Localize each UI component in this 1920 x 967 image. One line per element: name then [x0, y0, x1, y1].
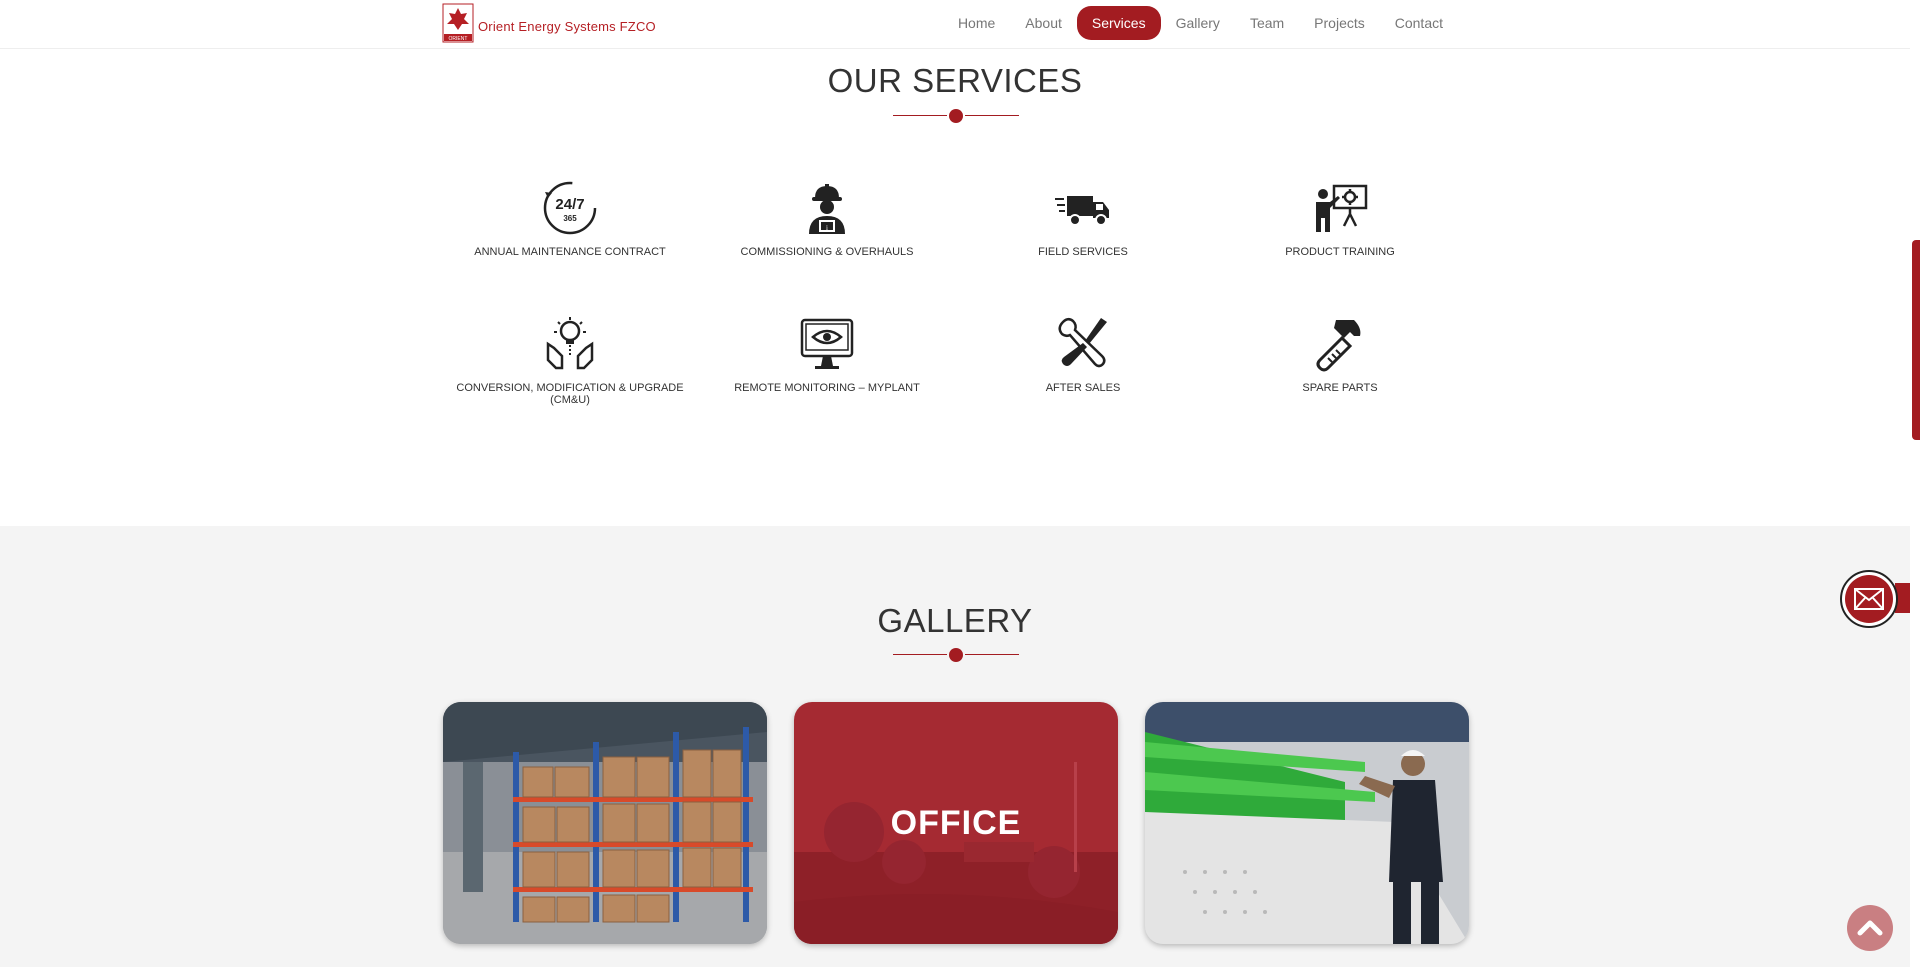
- logo-caption: ORIENT: [449, 36, 468, 42]
- services-divider: [893, 109, 1019, 123]
- gallery-title: GALLERY: [877, 602, 1033, 639]
- service-after-sales[interactable]: AFTER SALES: [963, 314, 1203, 394]
- warehouse-photo: [443, 702, 767, 944]
- service-annual-maintenance[interactable]: 24/7 365 ANNUAL MAINTENANCE CONTRACT: [450, 178, 690, 258]
- clock-24-7-icon: 24/7 365: [543, 181, 597, 235]
- gallery-card-office[interactable]: OFFICE: [794, 702, 1118, 944]
- svg-text:365: 365: [563, 214, 577, 223]
- nav-team[interactable]: Team: [1235, 6, 1299, 40]
- back-to-top-button[interactable]: [1847, 905, 1893, 951]
- service-product-training[interactable]: PRODUCT TRAINING: [1220, 178, 1460, 258]
- delivery-truck-icon: [1055, 196, 1109, 226]
- page-scrollbar[interactable]: [1910, 0, 1920, 967]
- nav-about[interactable]: About: [1010, 6, 1077, 40]
- services-title: OUR SERVICES: [827, 62, 1083, 99]
- service-label: CONVERSION, MODIFICATION & UPGRADE (CM&U…: [456, 382, 684, 406]
- svg-text:24/7: 24/7: [555, 196, 584, 213]
- envelope-icon: [1854, 588, 1884, 610]
- services-section: OUR SERVICES 24/7 365 ANNUAL MAINTENANCE…: [0, 48, 1910, 526]
- gallery-card-engine[interactable]: [1145, 702, 1469, 944]
- gallery-card-warehouse[interactable]: [443, 702, 767, 944]
- gallery-divider: [893, 648, 1019, 662]
- site-logo[interactable]: ORIENT Orient Energy Systems FZCO: [442, 3, 656, 43]
- wrench-screwdriver-icon: [1058, 318, 1107, 368]
- chevron-up-icon: [1857, 920, 1883, 936]
- hands-lightbulb-icon: [546, 317, 594, 370]
- service-spare-parts[interactable]: SPARE PARTS: [1220, 314, 1460, 394]
- brand-name: Orient Energy Systems FZCO: [478, 18, 656, 34]
- hammer-icon: [1316, 320, 1361, 372]
- presentation-board-icon: [1316, 184, 1368, 232]
- service-label: COMMISSIONING & OVERHAULS: [740, 246, 914, 258]
- scrollbar-thumb[interactable]: [1912, 240, 1920, 440]
- nav-projects[interactable]: Projects: [1299, 6, 1380, 40]
- gallery-card-label: OFFICE: [890, 803, 1022, 842]
- service-commissioning[interactable]: i COMMISSIONING & OVERHAULS: [707, 178, 947, 258]
- svg-text:i: i: [826, 224, 828, 232]
- nav-services[interactable]: Services: [1076, 6, 1161, 40]
- service-label: FIELD SERVICES: [1038, 246, 1128, 258]
- gallery-section: GALLERY OFFICE: [0, 526, 1910, 967]
- nav-contact[interactable]: Contact: [1380, 6, 1458, 40]
- main-nav: Home About Services Gallery Team Project…: [943, 6, 1458, 40]
- service-label: ANNUAL MAINTENANCE CONTRACT: [474, 246, 666, 258]
- navbar: ORIENT Orient Energy Systems FZCO Home A…: [0, 0, 1910, 49]
- orient-logo-icon: ORIENT: [442, 3, 474, 43]
- service-field-services[interactable]: FIELD SERVICES: [963, 178, 1203, 258]
- monitor-eye-icon: [800, 318, 854, 369]
- contact-mail-button[interactable]: [1840, 570, 1898, 628]
- service-label: REMOTE MONITORING – MYPLANT: [734, 382, 920, 394]
- service-label: AFTER SALES: [1045, 382, 1121, 394]
- nav-home[interactable]: Home: [943, 6, 1010, 40]
- engine-technician-photo: [1145, 702, 1469, 944]
- service-label: SPARE PARTS: [1302, 382, 1378, 394]
- service-label: PRODUCT TRAINING: [1285, 246, 1395, 258]
- service-remote-monitoring[interactable]: REMOTE MONITORING – MYPLANT: [707, 314, 947, 394]
- engineer-icon: i: [809, 184, 845, 234]
- service-conversion-upgrade[interactable]: CONVERSION, MODIFICATION & UPGRADE (CM&U…: [450, 314, 690, 406]
- nav-gallery[interactable]: Gallery: [1161, 6, 1235, 40]
